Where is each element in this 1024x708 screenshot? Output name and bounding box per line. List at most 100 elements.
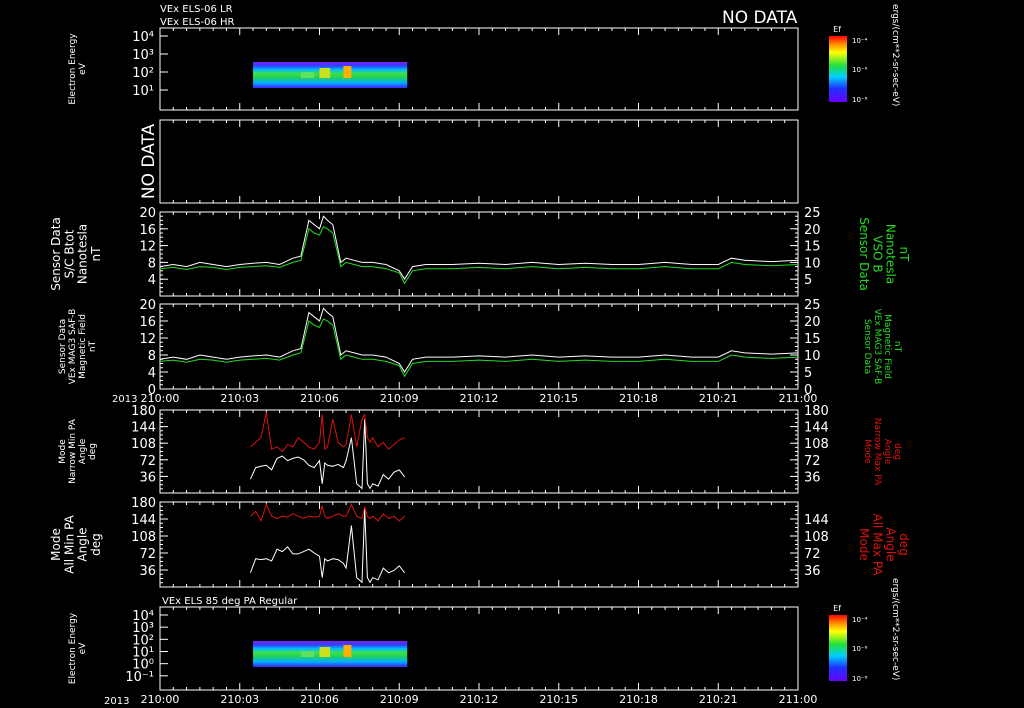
year-label-lower: 2013 [104, 696, 129, 707]
els-spectrogram-top-ytick-label: 10³ [132, 48, 154, 63]
mag-saf-panel-ylabel-line: nT [88, 340, 98, 352]
time-tick-label: 210:21 [699, 693, 738, 706]
mag-saf-panel-ytick-label: 16 [139, 315, 156, 330]
mag-saf-panel-ytick-right-label: 5 [804, 366, 812, 381]
mag-saf-panel: 2016128402520151050Sensor Data VEx MAG3 S… [58, 298, 902, 398]
narrow-pa-panel-ylabel-right-line: deg [892, 443, 902, 460]
all-pa-panel-series-red [250, 503, 405, 523]
vso-b-panel-ylabel-right-line: Sensor Data [857, 217, 871, 291]
vso-b-panel-ylabel-right-line: Nanotesla [884, 224, 898, 284]
time-tick-label: 211:00 [779, 693, 818, 706]
narrow-pa-panel-ytick-label: 180 [131, 404, 156, 419]
els-spectrogram-bottom-hotspot [319, 647, 331, 657]
mag-saf-panel-ytick-right-label: 15 [804, 332, 821, 347]
no-data-panel-frame [159, 119, 799, 204]
vso-b-panel-ylabel-right-line: VSO B [870, 235, 884, 272]
vso-b-panel-ylabel-line: S/C Btot [62, 229, 76, 278]
els-spectrogram-top-ytick-label: 10² [132, 66, 154, 81]
mag-saf-panel-ylabel-right-line: Sensor Data [862, 319, 872, 374]
narrow-pa-panel-ytick-right-label: 72 [804, 454, 821, 469]
all-pa-panel-ytick-label: 180 [131, 496, 156, 511]
vso-b-panel: 20161284252015105Sensor Data S/C Btot Nano… [49, 206, 911, 297]
time-axis-upper: 210:00 210:03 210:06 210:09 210:12 210:15 210:… [141, 392, 818, 405]
mag-saf-panel-ytick-label: 4 [148, 366, 156, 381]
time-tick-label: 210:12 [460, 693, 499, 706]
time-tick-label: 211:00 [779, 392, 818, 405]
narrow-pa-panel-ylabel-line: Mode [58, 439, 68, 464]
all-pa-panel-ytick-label: 144 [131, 513, 156, 528]
time-tick-label: 210:21 [699, 392, 738, 405]
all-pa-panel-ytick-right-label: 72 [804, 547, 821, 562]
all-pa-panel-series-white [249, 509, 405, 584]
vso-b-panel-ytick-label: 12 [139, 240, 156, 255]
all-pa-panel-ylabel-right-line: deg [897, 533, 911, 556]
time-tick-label: 210:06 [300, 392, 339, 405]
all-pa-panel-frame [159, 501, 799, 588]
all-pa-panel-ylabel-right-line: Angle [884, 527, 898, 561]
narrow-pa-panel-ytick-right-label: 108 [804, 437, 829, 452]
time-axis-lower: 210:00 210:03 210:06 210:09 210:12 210:15 210:… [141, 693, 818, 706]
els-spectrogram-bottom-hotspot [300, 651, 315, 657]
narrow-pa-panel-ylabel-right-line: Narrow Max PA [872, 418, 882, 486]
els-spectrogram-top-colorbar [829, 36, 847, 102]
colorbar-unit-top: ergs/(cm**2-sr-sec-eV) [890, 4, 900, 106]
vso-b-panel-ytick-label: 16 [139, 223, 156, 238]
all-pa-panel-ytick-label: 36 [139, 564, 156, 579]
mag-saf-panel-series-white [159, 307, 799, 373]
vso-b-panel-ytick-right-label: 5 [804, 273, 812, 288]
els-spectrogram-top-ylabel-line: Electron Energy [68, 33, 78, 105]
narrow-pa-panel-ytick-right-label: 36 [804, 470, 821, 485]
mag-saf-panel-ylabel-line: Sensor Data [58, 319, 68, 374]
all-pa-panel-ylabel-line: deg [89, 533, 103, 556]
colorbar-unit-bottom: ergs/(cm**2-sr-sec-eV) [890, 578, 900, 680]
els-spectrogram-top-colorbar-label: Ef [833, 25, 841, 34]
no-data-banner: NO DATA [722, 8, 798, 28]
all-pa-panel-ylabel-line: Angle [76, 527, 90, 561]
time-tick-label: 210:00 [141, 392, 180, 405]
vso-b-panel-ylabel-right-line: nT [897, 247, 911, 263]
narrow-pa-panel-ytick-label: 72 [139, 454, 156, 469]
mag-saf-panel-ytick-right-label: 20 [804, 315, 821, 330]
els-spectrogram-top-ytick-label: 10⁴ [132, 30, 154, 45]
narrow-pa-panel-ytick-right-label: 180 [804, 404, 829, 419]
time-tick-label: 210:03 [220, 693, 259, 706]
no-data-panel-label: NO DATA [139, 123, 159, 199]
time-tick-label: 210:15 [539, 693, 578, 706]
mag-saf-panel-ylabel-right-line: Magnetic Field [882, 314, 892, 379]
narrow-pa-panel: 18014410872361801441087236Mode Narrow Min… [58, 404, 902, 494]
all-pa-panel-ytick-label: 72 [139, 547, 156, 562]
all-pa-panel: 18014410872361441087236Mode All Min PA Ang… [49, 496, 911, 588]
vso-b-panel-frame [159, 211, 799, 297]
els-spectrogram-bottom-ylabel-line: eV [78, 642, 88, 655]
all-pa-panel-ylabel-line: Mode [49, 528, 63, 561]
mag-saf-panel-ylabel-line: Magnetic Field [78, 314, 88, 379]
els-spectrogram-top-colorbar-tick: 10⁻⁸ [852, 96, 868, 104]
all-pa-panel-ytick-right-label: 144 [804, 513, 829, 528]
narrow-pa-panel-ytick-label: 144 [131, 421, 156, 436]
els-spectrogram-bottom-hotspot [343, 645, 352, 657]
vso-b-panel-ytick-right-label: 15 [804, 240, 821, 255]
time-tick-label: 210:09 [380, 392, 419, 405]
narrow-pa-panel-ylabel-line: Angle [78, 438, 88, 464]
all-pa-panel-ylabel-right-line: All Max PA [870, 514, 884, 577]
vso-b-panel-ytick-label: 4 [148, 273, 156, 288]
els-spectrogram-top-ytick-label: 10¹ [132, 84, 154, 99]
els-mag-plot: VEx ELS-06 LR VEx ELS-06 HR NO DATA ergs… [49, 4, 911, 707]
all-pa-panel-ytick-right-label: 36 [804, 564, 821, 579]
els-spectrogram-bottom-ylabel-line: Electron Energy [68, 612, 78, 684]
mag-saf-panel-ytick-label: 8 [148, 349, 156, 364]
time-tick-label: 210:03 [220, 392, 259, 405]
narrow-pa-panel-ylabel-right-line: Mode [862, 439, 872, 464]
narrow-pa-panel-ylabel-line: Narrow Min PA [68, 418, 78, 484]
mag-saf-panel-ytick-label: 12 [139, 332, 156, 347]
vso-b-panel-ylabel-line: Nanotesla [76, 224, 90, 284]
mag-saf-panel-series-green [159, 318, 799, 378]
els-spectrogram-bottom-colorbar-tick: 10⁻⁴ [852, 616, 868, 624]
vso-b-panel-ylabel-line: Sensor Data [49, 217, 63, 291]
vso-b-panel-ytick-right-label: 20 [804, 223, 821, 238]
els-spectrogram-top-colorbar-tick: 10⁻⁴ [852, 37, 868, 45]
mag-saf-panel-ytick-right-label: 25 [804, 298, 821, 313]
els-spectrogram-bottom: 10⁴10³10²10¹10⁰10⁻¹Electron Energy eVEf10… [68, 596, 868, 691]
time-tick-label: 210:18 [619, 392, 658, 405]
mag-saf-panel-frame [159, 303, 799, 390]
